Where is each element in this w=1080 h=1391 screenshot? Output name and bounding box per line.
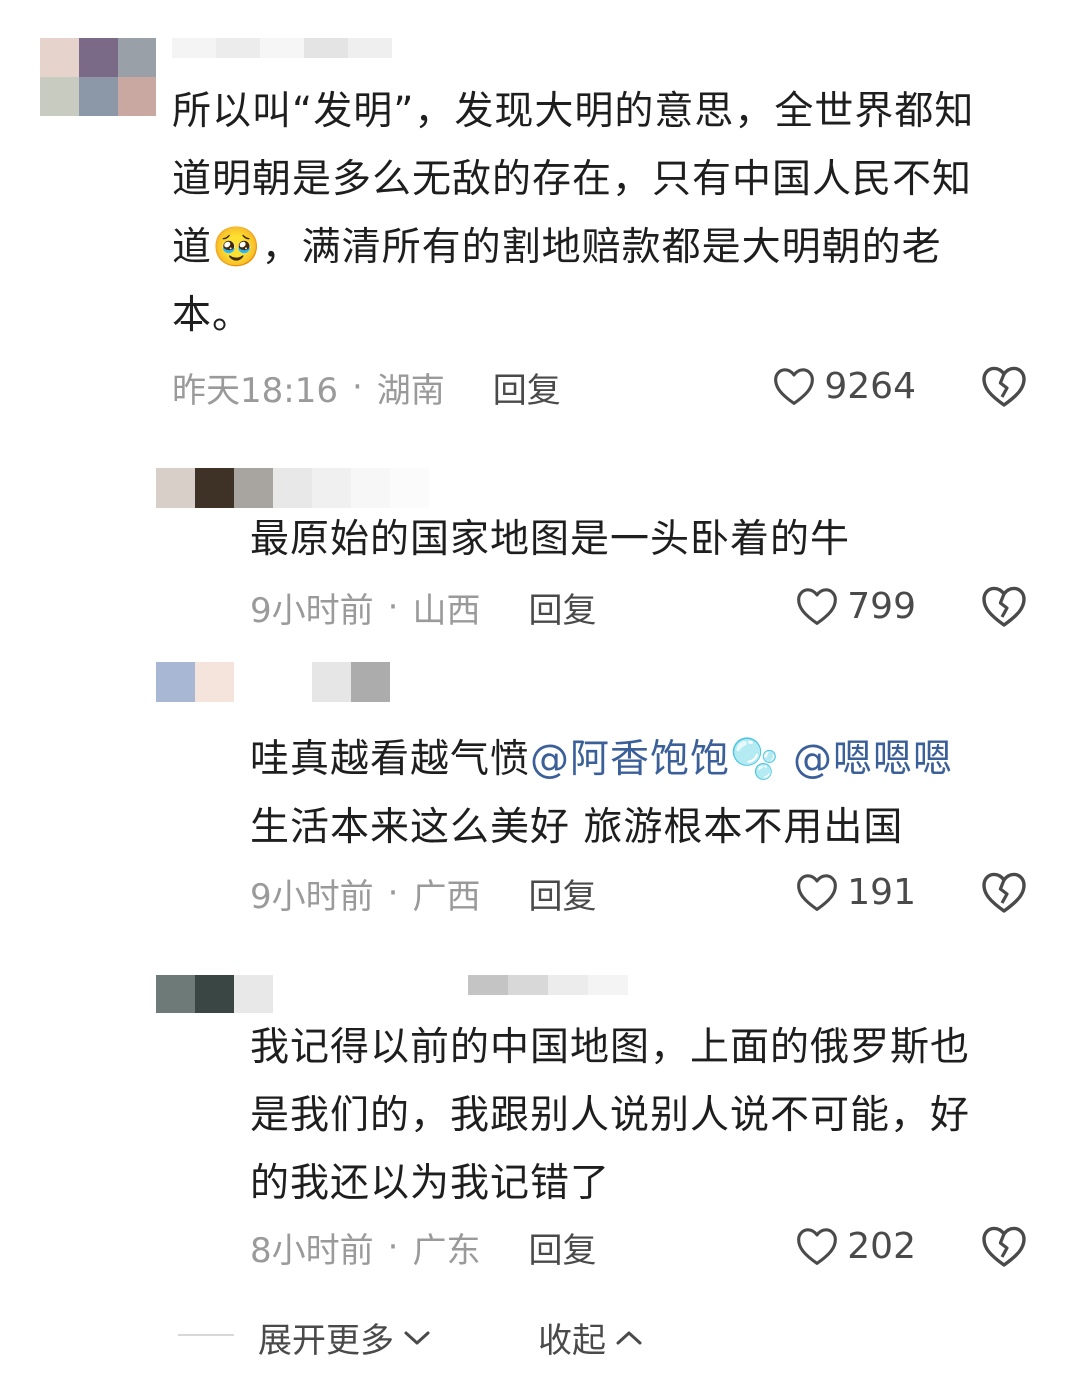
comment-line: 所以叫“发明”，发现大明的意思，全世界都知 [172,89,975,134]
like-count: 799 [847,585,916,627]
broken-heart-icon[interactable] [980,582,1028,630]
like-button[interactable]: 202 [795,1221,916,1271]
like-button[interactable]: 191 [795,867,916,917]
timestamp: 9小时前 [250,876,374,917]
comment-meta: 8小时前 · 广东 回复 [250,1222,596,1272]
heart-outline-icon [797,1228,838,1265]
reply-button[interactable]: 回复 [528,583,596,632]
reply-button[interactable]: 回复 [528,1223,596,1272]
crying-face-emoji: 🥹 [212,225,262,270]
like-count: 191 [847,871,916,913]
broken-heart-icon[interactable] [980,868,1028,916]
like-button[interactable]: 9264 [772,361,916,411]
comment-text: 哇真越看越气愤@阿香饱饱🫧 @嗯嗯嗯 生活本来这么美好 旅游根本不用出国 [250,726,1050,862]
heart-outline-icon [774,368,815,405]
comment-meta: 昨天18:16 · 湖南 回复 [172,362,561,412]
avatar[interactable] [156,662,234,702]
comment-line: 我记得以前的中国地图，上面的俄罗斯也 [250,1025,971,1070]
location: 山西 [412,590,481,631]
collapse-button[interactable]: 收起 [538,1313,644,1362]
timestamp: 8小时前 [250,1230,374,1271]
avatar[interactable] [40,38,156,116]
separator: · [387,587,399,627]
comment-meta: 9小时前 · 广西 回复 [250,868,596,918]
location: 广东 [412,1230,481,1271]
mention-link[interactable]: @阿香饱饱 [530,737,730,782]
comment-text: 我记得以前的中国地图，上面的俄罗斯也 是我们的，我跟别人说别人说不可能，好 的我… [250,1014,1050,1218]
chevron-down-icon [404,1331,430,1344]
username[interactable] [172,38,392,58]
reply-button[interactable]: 回复 [493,363,561,412]
location: 湖南 [376,370,445,411]
comment-line: 本。 [172,293,253,338]
comment-text: 最原始的国家地图是一头卧着的牛 [250,506,1050,574]
replies-footer: 展开更多 收起 [0,1305,1080,1365]
avatar[interactable] [156,468,234,508]
heart-outline-icon [797,588,838,625]
timestamp: 9小时前 [250,590,374,631]
comment-line: 生活本来这么美好 旅游根本不用出国 [250,805,904,850]
collapse-label: 收起 [538,1321,606,1361]
avatar[interactable] [156,975,273,1013]
mention-link[interactable]: @嗯嗯嗯 [793,737,953,782]
expand-more-button[interactable]: 展开更多 [258,1313,432,1362]
broken-heart-icon[interactable] [980,1222,1028,1270]
comment-line: 哇真越看越气愤@阿香饱饱🫧 @嗯嗯嗯 [250,737,954,782]
chevron-up-icon [616,1331,642,1344]
location: 广西 [412,876,481,917]
like-count: 202 [847,1225,916,1267]
username[interactable] [468,975,628,995]
broken-heart-icon[interactable] [980,362,1028,410]
divider [178,1334,234,1336]
username[interactable] [234,468,429,508]
separator: · [351,367,363,407]
like-button[interactable]: 799 [795,581,916,631]
comment-line: 道明朝是多么无敌的存在，只有中国人民不知 [172,157,973,202]
separator: · [387,1227,399,1267]
reply-button[interactable]: 回复 [528,869,596,918]
expand-more-label: 展开更多 [258,1321,394,1361]
comment-text: 所以叫“发明”，发现大明的意思，全世界都知 道明朝是多么无敌的存在，只有中国人民… [172,78,1052,350]
comment-line: 道🥹，满清所有的割地赔款都是大明朝的老 [172,225,942,270]
bubble-emoji: 🫧 [730,737,780,782]
comment-line: 是我们的，我跟别人说别人说不可能，好 [250,1093,971,1138]
comment-meta: 9小时前 · 山西 回复 [250,582,596,632]
timestamp: 昨天18:16 [172,370,338,411]
heart-outline-icon [797,874,838,911]
comment-line: 的我还以为我记错了 [250,1161,611,1206]
separator: · [387,873,399,913]
comment-line: 最原始的国家地图是一头卧着的牛 [250,517,851,562]
like-count: 9264 [824,365,916,407]
username[interactable] [312,662,594,702]
